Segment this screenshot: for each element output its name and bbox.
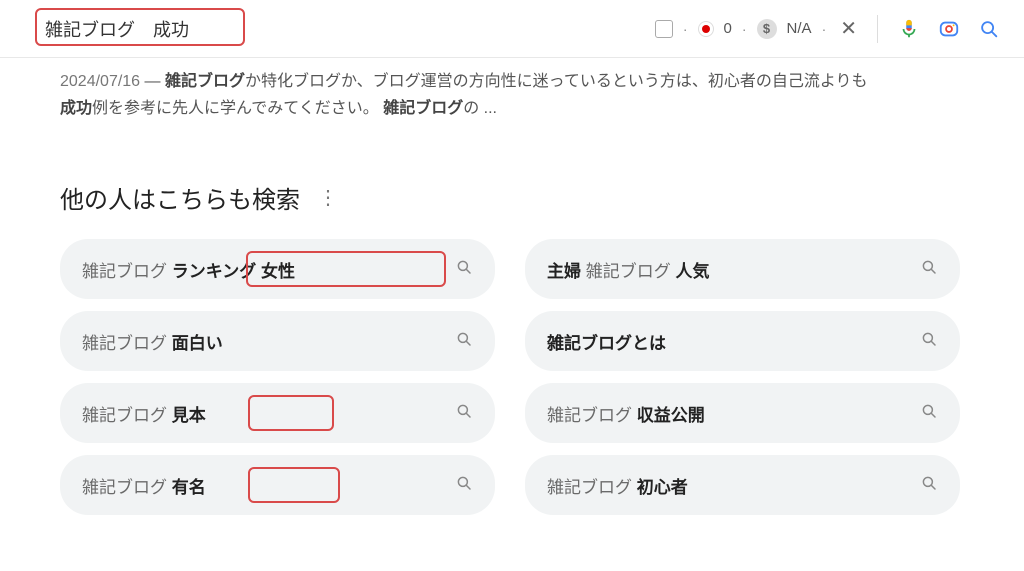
snippet-date: 2024/07/16	[60, 73, 140, 90]
related-searches-title: 他の人はこちらも検索	[60, 180, 300, 215]
related-search-item[interactable]: 雑記ブログ 見本	[60, 383, 495, 443]
flag-jp-icon	[698, 21, 714, 37]
related-search-text: 雑記ブログ 有名	[82, 473, 455, 498]
snippet-text-3: の ...	[463, 100, 497, 117]
search-icon	[920, 474, 938, 497]
results-content: 2024/07/16 — 雑記ブログか特化ブログか、ブログ運営の方向性に迷ってい…	[0, 68, 1024, 515]
checkbox-control[interactable]	[655, 20, 673, 38]
related-searches-header: 他の人はこちらも検索 ⋮	[60, 180, 964, 215]
search-submit-icon[interactable]	[974, 14, 1004, 44]
search-bar: 雑記ブログ 成功 · 0 · $ N/A · ✕	[0, 0, 1024, 58]
currency-icon: $	[757, 19, 777, 39]
search-icon	[920, 258, 938, 281]
vertical-separator	[877, 15, 878, 43]
more-options-icon[interactable]: ⋮	[318, 185, 335, 210]
snippet-bold-2: 成功	[60, 100, 92, 117]
snippet-bold-1: 雑記ブログ	[165, 73, 245, 90]
related-search-text: 雑記ブログ 収益公開	[547, 401, 920, 426]
search-icon	[920, 330, 938, 353]
image-search-icon[interactable]	[934, 14, 964, 44]
related-search-text: 雑記ブログ 見本	[82, 401, 455, 426]
clear-search-button[interactable]: ✕	[836, 16, 861, 41]
related-search-item[interactable]: 雑記ブログ 収益公開	[525, 383, 960, 443]
search-query-text[interactable]: 雑記ブログ 成功	[35, 10, 199, 48]
related-search-text: 雑記ブログ 面白い	[82, 329, 455, 354]
related-searches-grid: 雑記ブログ ランキング 女性 主婦 雑記ブログ 人気雑記ブログ 面白い 雑記ブログと…	[60, 239, 960, 515]
snippet-text-2: 例を参考に先人に学んでみてください。	[92, 100, 383, 117]
search-icon	[920, 402, 938, 425]
related-search-text: 雑記ブログとは	[547, 329, 920, 354]
separator-dot: ·	[822, 21, 827, 37]
related-search-item[interactable]: 雑記ブログ 有名	[60, 455, 495, 515]
related-search-item[interactable]: 雑記ブログ 初心者	[525, 455, 960, 515]
separator-dot: ·	[683, 21, 688, 37]
search-icon	[455, 474, 473, 497]
voice-search-icon[interactable]	[894, 14, 924, 44]
related-search-text: 雑記ブログ ランキング 女性	[82, 257, 455, 282]
related-search-item[interactable]: 雑記ブログ ランキング 女性	[60, 239, 495, 299]
related-search-item[interactable]: 雑記ブログ 面白い	[60, 311, 495, 371]
search-input-wrapper[interactable]: 雑記ブログ 成功	[35, 10, 199, 48]
related-search-text: 雑記ブログ 初心者	[547, 473, 920, 498]
snippet-text-1: か特化ブログか、ブログ運営の方向性に迷っているという方は、初心者の自己流よりも	[245, 73, 868, 90]
result-snippet: 2024/07/16 — 雑記ブログか特化ブログか、ブログ運営の方向性に迷ってい…	[60, 68, 880, 122]
related-search-text: 主婦 雑記ブログ 人気	[547, 257, 920, 282]
snippet-sep: —	[140, 73, 165, 90]
separator-dot: ·	[742, 21, 747, 37]
snippet-bold-3: 雑記ブログ	[383, 100, 463, 117]
na-label: N/A	[787, 20, 812, 37]
related-search-item[interactable]: 主婦 雑記ブログ 人気	[525, 239, 960, 299]
search-icon	[455, 330, 473, 353]
search-bar-tools: · 0 · $ N/A · ✕	[655, 14, 1004, 44]
region-counter: 0	[724, 20, 732, 37]
related-search-item[interactable]: 雑記ブログとは	[525, 311, 960, 371]
search-icon	[455, 258, 473, 281]
search-icon	[455, 402, 473, 425]
